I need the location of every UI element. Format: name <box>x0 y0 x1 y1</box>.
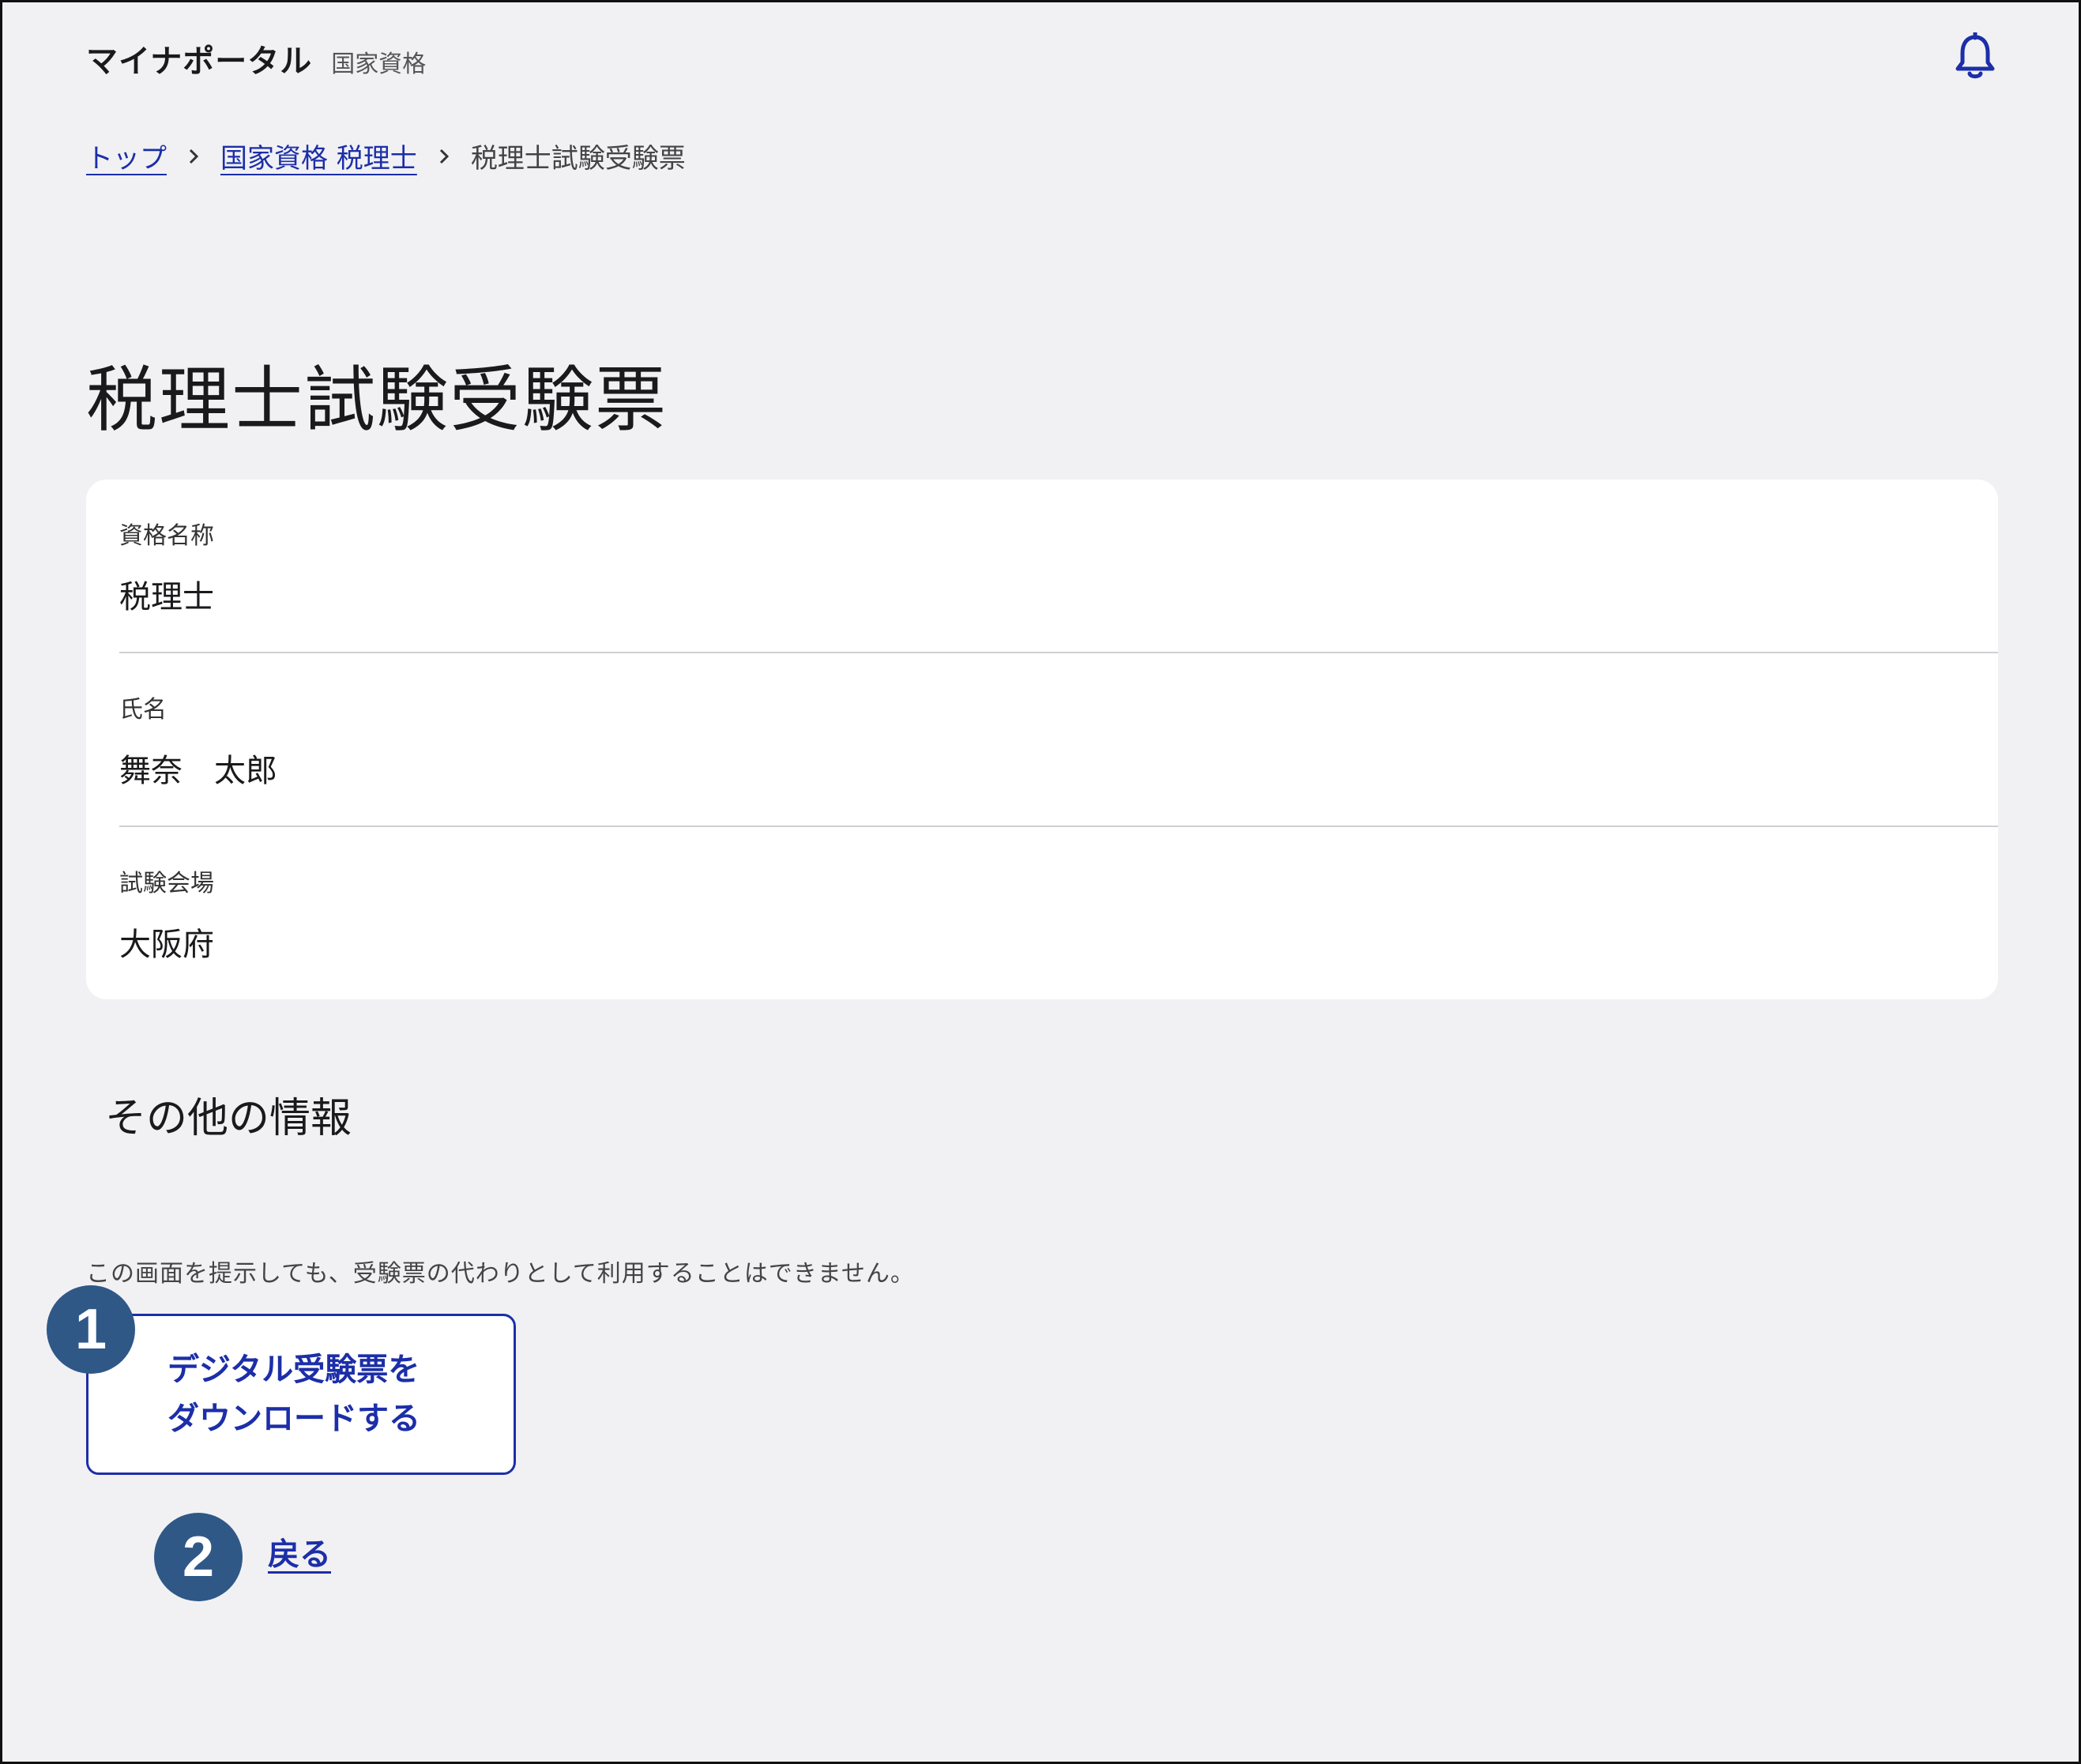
info-label: 資格名称 <box>119 522 214 550</box>
info-row-venue: 試験会場 大阪府 <box>119 827 1998 1001</box>
bell-icon[interactable] <box>1952 31 1998 81</box>
breadcrumb-current: 税理士試験受験票 <box>470 143 686 175</box>
notice-text: この画面を提示しても、受験票の代わりとして利用することはできません。 <box>86 1260 915 1288</box>
back-link[interactable]: 戻る <box>268 1529 331 1574</box>
info-card: 資格名称 税理士 氏名 舞奈 太郎 試験会場 大阪府 <box>86 480 1998 999</box>
download-button-line1: デジタル受験票を <box>167 1352 420 1388</box>
callout-badge-2: 2 <box>154 1513 243 1601</box>
other-info-heading: その他の情報 <box>105 1095 352 1142</box>
download-digital-ticket-button[interactable]: デジタル受験票を ダウンロードする <box>86 1314 516 1475</box>
info-row-name: 氏名 舞奈 太郎 <box>119 653 1998 827</box>
breadcrumb-link-qualification[interactable]: 国家資格 税理士 <box>220 137 417 175</box>
callout-badge-1: 1 <box>47 1285 135 1374</box>
download-button-line2: ダウンロードする <box>167 1401 420 1437</box>
info-value: 税理士 <box>119 579 214 615</box>
chevron-right-icon <box>436 142 452 171</box>
info-value: 舞奈 太郎 <box>119 753 277 789</box>
breadcrumb: トップ 国家資格 税理士 税理士試験受験票 <box>86 137 686 175</box>
info-value: 大阪府 <box>119 927 214 963</box>
info-row-qualification: 資格名称 税理士 <box>119 480 1998 653</box>
screen-frame: マイナポータル 国家資格 トップ 国家資格 税理士 税理士試験受験票 税理士試験… <box>0 0 2081 1764</box>
breadcrumb-link-top[interactable]: トップ <box>86 137 167 175</box>
chevron-right-icon <box>186 142 201 171</box>
info-label: 氏名 <box>119 696 167 724</box>
app-name: マイナポータル <box>86 43 313 80</box>
brand: マイナポータル 国家資格 <box>86 36 426 81</box>
page-title: 税理士試験受験票 <box>86 359 668 442</box>
info-label: 試験会場 <box>119 870 214 897</box>
app-section: 国家資格 <box>331 51 427 78</box>
